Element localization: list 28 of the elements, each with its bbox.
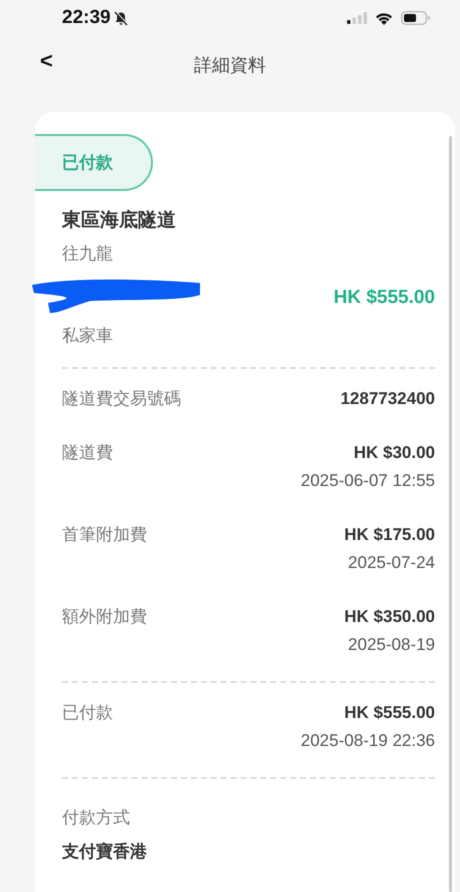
row-date: 2025-08-19 22:36 [300, 730, 435, 752]
row-date: 2025-07-24 [348, 552, 435, 574]
payment-method-label: 付款方式 [62, 807, 131, 829]
row-label: 首筆附加費 [62, 524, 147, 546]
page-title: 詳細資料 [194, 54, 266, 76]
payment-method-value: 支付寶香港 [62, 841, 148, 863]
status-time: 22:39 [62, 6, 111, 30]
vehicle-type: 私家車 [62, 325, 114, 347]
row-date: 2025-08-19 [348, 634, 435, 656]
row-value: HK $350.00 [344, 606, 435, 628]
signal-icon [347, 12, 367, 24]
status-badge: 已付款 [35, 134, 153, 191]
row-label: 隧道費交易號碼 [62, 388, 181, 410]
row-label: 隧道費 [62, 442, 113, 464]
row-label: 額外附加費 [62, 606, 147, 628]
tunnel-name: 東區海底隧道 [62, 208, 177, 233]
row-date: 2025-06-07 12:55 [300, 470, 435, 492]
back-button[interactable]: < [38, 50, 55, 72]
total-amount: HK $555.00 [334, 286, 435, 310]
direction-text: 往九龍 [62, 243, 114, 265]
row-label: 已付款 [62, 702, 113, 724]
battery-icon [401, 11, 430, 25]
row-value: HK $30.00 [354, 442, 435, 464]
row-value: HK $555.00 [344, 702, 435, 724]
wifi-icon [375, 12, 393, 24]
bell-slash-icon [114, 10, 128, 26]
row-value: 1287732400 [340, 388, 435, 410]
row-value: HK $175.00 [344, 524, 435, 546]
